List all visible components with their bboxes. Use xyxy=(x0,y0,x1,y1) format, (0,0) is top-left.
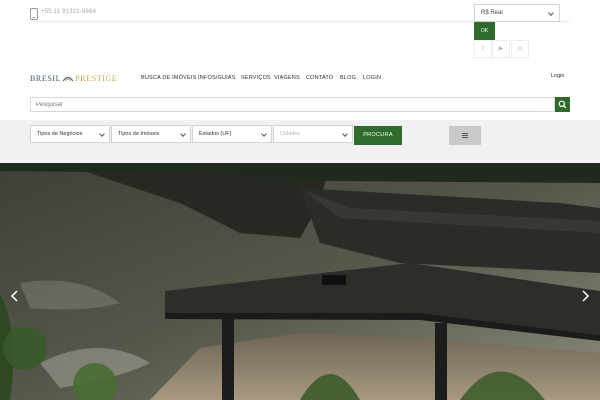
hero-slider-image xyxy=(0,163,600,400)
select-label: Tipos de Negócios xyxy=(37,131,83,137)
chevron-down-icon xyxy=(180,131,186,137)
facebook-icon[interactable]: f xyxy=(474,40,492,58)
chevron-down-icon xyxy=(99,131,105,137)
search-input[interactable] xyxy=(30,97,555,112)
slider-prev-icon[interactable] xyxy=(10,290,20,302)
chevron-down-icon xyxy=(548,10,554,16)
currency-select[interactable]: R$ Real xyxy=(474,4,560,22)
youtube-icon[interactable]: ▶ xyxy=(492,40,510,58)
currency-ok-button[interactable]: OK xyxy=(474,22,495,40)
procura-button[interactable]: PROCURA xyxy=(354,126,402,145)
select-label: Tipos de Imóveis xyxy=(118,131,160,137)
select-tipos-imoveis[interactable]: Tipos de Imóveis xyxy=(111,125,191,143)
menu-icon xyxy=(462,133,468,134)
logo-emblem-icon xyxy=(62,77,74,82)
search-button[interactable] xyxy=(555,97,570,112)
nav-infos-guias[interactable]: INFOS/GUIAS xyxy=(198,75,236,81)
currency-selected: R$ Real xyxy=(481,10,503,16)
select-estados[interactable]: Estados (UF) xyxy=(192,125,272,143)
search-icon xyxy=(558,100,567,109)
select-label: Cidades xyxy=(280,131,301,137)
select-label: Estados (UF) xyxy=(199,131,232,137)
nav-blog[interactable]: BLOG xyxy=(340,75,356,81)
menu-icon-line xyxy=(462,135,468,136)
nav-login[interactable]: LOGIN xyxy=(363,75,381,81)
advanced-filters-button[interactable] xyxy=(449,126,481,145)
nav-viagens[interactable]: VIAGENS xyxy=(274,75,300,81)
nav-busca-imoveis[interactable]: BUSCA DE IMÓVEIS xyxy=(141,75,196,81)
login-link[interactable]: Login xyxy=(551,73,564,79)
instagram-icon[interactable]: ◎ xyxy=(511,40,529,58)
chevron-down-icon xyxy=(342,131,348,137)
phone-icon xyxy=(30,8,38,20)
hero-scene xyxy=(0,163,600,400)
nav-contato[interactable]: CONTATO xyxy=(306,75,333,81)
menu-icon-line xyxy=(462,137,468,138)
nav-servicos[interactable]: SERVIÇOS xyxy=(241,75,271,81)
chevron-down-icon xyxy=(261,131,267,137)
logo-text-left: BRESIL xyxy=(30,73,62,83)
logo-text-right: PRESTIGE xyxy=(75,73,118,83)
phone-number: +55 11 91321-9684 xyxy=(41,9,97,15)
slider-next-icon[interactable] xyxy=(580,290,590,302)
select-tipos-negocios[interactable]: Tipos de Negócios xyxy=(30,125,110,143)
site-logo[interactable]: BRESIL PRESTIGE xyxy=(30,71,117,85)
select-cidades[interactable]: Cidades xyxy=(273,125,353,143)
